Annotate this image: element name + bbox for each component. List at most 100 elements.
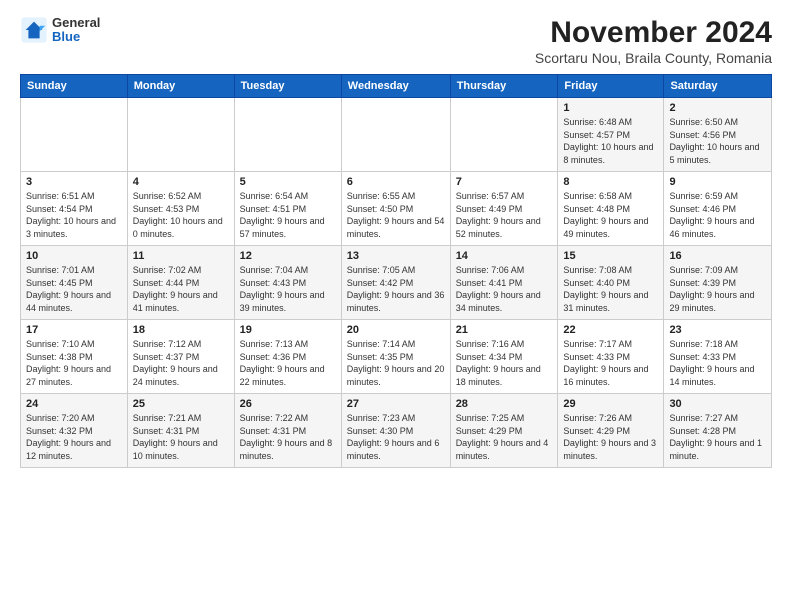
logo: General Blue (20, 16, 100, 45)
day-number: 27 (347, 398, 445, 410)
day-number: 1 (563, 102, 658, 114)
day-number: 16 (669, 250, 766, 262)
day-cell: 19 Sunrise: 7:13 AM Sunset: 4:36 PM Dayli… (234, 320, 341, 394)
day-number: 5 (240, 176, 336, 188)
day-cell: 24 Sunrise: 7:20 AM Sunset: 4:32 PM Dayli… (21, 394, 128, 468)
day-cell: 6Sunrise: 6:55 AM Sunset: 4:50 PM Daylig… (341, 172, 450, 246)
day-number: 22 (563, 324, 658, 336)
day-info: Sunrise: 7:26 AM Sunset: 4:29 PM Dayligh… (563, 412, 658, 462)
day-number: 18 (133, 324, 229, 336)
day-info: Sunrise: 6:55 AM Sunset: 4:50 PM Dayligh… (347, 190, 445, 240)
day-cell: 12 Sunrise: 7:04 AM Sunset: 4:43 PM Dayli… (234, 246, 341, 320)
day-info: Sunrise: 7:12 AM Sunset: 4:37 PM Dayligh… (133, 338, 229, 388)
day-number: 11 (133, 250, 229, 262)
day-number: 26 (240, 398, 336, 410)
header-cell-tuesday: Tuesday (234, 75, 341, 98)
week-row-0: 1Sunrise: 6:48 AM Sunset: 4:57 PM Daylig… (21, 98, 772, 172)
logo-blue: Blue (52, 30, 100, 44)
day-number: 9 (669, 176, 766, 188)
day-info: Sunrise: 6:57 AM Sunset: 4:49 PM Dayligh… (456, 190, 553, 240)
day-cell: 4 Sunrise: 6:52 AM Sunset: 4:53 PM Daylig… (127, 172, 234, 246)
day-info: Sunrise: 7:25 AM Sunset: 4:29 PM Dayligh… (456, 412, 553, 462)
day-info: Sunrise: 6:51 AM Sunset: 4:54 PM Dayligh… (26, 190, 122, 240)
day-cell: 16Sunrise: 7:09 AM Sunset: 4:39 PM Dayli… (664, 246, 772, 320)
day-cell: 28 Sunrise: 7:25 AM Sunset: 4:29 PM Dayli… (450, 394, 558, 468)
day-cell: 27 Sunrise: 7:23 AM Sunset: 4:30 PM Dayli… (341, 394, 450, 468)
day-cell: 30 Sunrise: 7:27 AM Sunset: 4:28 PM Dayli… (664, 394, 772, 468)
header-cell-saturday: Saturday (664, 75, 772, 98)
day-cell: 13Sunrise: 7:05 AM Sunset: 4:42 PM Dayli… (341, 246, 450, 320)
day-info: Sunrise: 7:14 AM Sunset: 4:35 PM Dayligh… (347, 338, 445, 388)
day-info: Sunrise: 7:10 AM Sunset: 4:38 PM Dayligh… (26, 338, 122, 388)
day-number: 7 (456, 176, 553, 188)
header-cell-sunday: Sunday (21, 75, 128, 98)
day-info: Sunrise: 7:22 AM Sunset: 4:31 PM Dayligh… (240, 412, 336, 462)
calendar-table: SundayMondayTuesdayWednesdayThursdayFrid… (20, 74, 772, 468)
day-number: 30 (669, 398, 766, 410)
day-number: 23 (669, 324, 766, 336)
day-number: 10 (26, 250, 122, 262)
logo-general: General (52, 16, 100, 30)
day-number: 25 (133, 398, 229, 410)
logo-text: General Blue (52, 16, 100, 45)
day-info: Sunrise: 7:27 AM Sunset: 4:28 PM Dayligh… (669, 412, 766, 462)
day-number: 8 (563, 176, 658, 188)
calendar-body: 1Sunrise: 6:48 AM Sunset: 4:57 PM Daylig… (21, 98, 772, 468)
day-cell (21, 98, 128, 172)
header-row: SundayMondayTuesdayWednesdayThursdayFrid… (21, 75, 772, 98)
logo-icon (20, 16, 48, 44)
day-number: 24 (26, 398, 122, 410)
day-number: 2 (669, 102, 766, 114)
day-number: 19 (240, 324, 336, 336)
day-info: Sunrise: 7:16 AM Sunset: 4:34 PM Dayligh… (456, 338, 553, 388)
day-cell: 11 Sunrise: 7:02 AM Sunset: 4:44 PM Dayli… (127, 246, 234, 320)
day-info: Sunrise: 7:06 AM Sunset: 4:41 PM Dayligh… (456, 264, 553, 314)
day-cell: 29 Sunrise: 7:26 AM Sunset: 4:29 PM Dayli… (558, 394, 664, 468)
day-cell: 20 Sunrise: 7:14 AM Sunset: 4:35 PM Dayli… (341, 320, 450, 394)
day-info: Sunrise: 6:50 AM Sunset: 4:56 PM Dayligh… (669, 116, 766, 166)
day-info: Sunrise: 6:52 AM Sunset: 4:53 PM Dayligh… (133, 190, 229, 240)
day-cell (127, 98, 234, 172)
day-number: 12 (240, 250, 336, 262)
day-number: 29 (563, 398, 658, 410)
header-cell-friday: Friday (558, 75, 664, 98)
day-cell (450, 98, 558, 172)
day-info: Sunrise: 7:13 AM Sunset: 4:36 PM Dayligh… (240, 338, 336, 388)
day-cell: 25 Sunrise: 7:21 AM Sunset: 4:31 PM Dayli… (127, 394, 234, 468)
header-cell-thursday: Thursday (450, 75, 558, 98)
day-info: Sunrise: 7:23 AM Sunset: 4:30 PM Dayligh… (347, 412, 445, 462)
day-cell: 5 Sunrise: 6:54 AM Sunset: 4:51 PM Daylig… (234, 172, 341, 246)
day-number: 4 (133, 176, 229, 188)
header-cell-monday: Monday (127, 75, 234, 98)
day-cell: 23Sunrise: 7:18 AM Sunset: 4:33 PM Dayli… (664, 320, 772, 394)
day-number: 14 (456, 250, 553, 262)
day-cell: 14 Sunrise: 7:06 AM Sunset: 4:41 PM Dayli… (450, 246, 558, 320)
day-info: Sunrise: 7:04 AM Sunset: 4:43 PM Dayligh… (240, 264, 336, 314)
day-number: 20 (347, 324, 445, 336)
day-number: 28 (456, 398, 553, 410)
day-number: 21 (456, 324, 553, 336)
day-cell: 3 Sunrise: 6:51 AM Sunset: 4:54 PM Daylig… (21, 172, 128, 246)
day-info: Sunrise: 7:02 AM Sunset: 4:44 PM Dayligh… (133, 264, 229, 314)
header-cell-wednesday: Wednesday (341, 75, 450, 98)
day-cell: 8Sunrise: 6:58 AM Sunset: 4:48 PM Daylig… (558, 172, 664, 246)
day-cell: 22Sunrise: 7:17 AM Sunset: 4:33 PM Dayli… (558, 320, 664, 394)
day-cell: 7 Sunrise: 6:57 AM Sunset: 4:49 PM Daylig… (450, 172, 558, 246)
day-cell: 21 Sunrise: 7:16 AM Sunset: 4:34 PM Dayli… (450, 320, 558, 394)
day-info: Sunrise: 7:21 AM Sunset: 4:31 PM Dayligh… (133, 412, 229, 462)
day-info: Sunrise: 6:59 AM Sunset: 4:46 PM Dayligh… (669, 190, 766, 240)
week-row-1: 3 Sunrise: 6:51 AM Sunset: 4:54 PM Daylig… (21, 172, 772, 246)
day-cell: 9 Sunrise: 6:59 AM Sunset: 4:46 PM Daylig… (664, 172, 772, 246)
day-info: Sunrise: 7:01 AM Sunset: 4:45 PM Dayligh… (26, 264, 122, 314)
day-number: 13 (347, 250, 445, 262)
day-info: Sunrise: 6:54 AM Sunset: 4:51 PM Dayligh… (240, 190, 336, 240)
week-row-4: 24 Sunrise: 7:20 AM Sunset: 4:32 PM Dayli… (21, 394, 772, 468)
day-number: 3 (26, 176, 122, 188)
day-cell (234, 98, 341, 172)
day-cell: 17Sunrise: 7:10 AM Sunset: 4:38 PM Dayli… (21, 320, 128, 394)
month-title: November 2024 (535, 16, 772, 50)
day-info: Sunrise: 7:08 AM Sunset: 4:40 PM Dayligh… (563, 264, 658, 314)
day-cell: 15Sunrise: 7:08 AM Sunset: 4:40 PM Dayli… (558, 246, 664, 320)
day-info: Sunrise: 7:20 AM Sunset: 4:32 PM Dayligh… (26, 412, 122, 462)
page: General Blue November 2024 Scortaru Nou,… (0, 0, 792, 612)
